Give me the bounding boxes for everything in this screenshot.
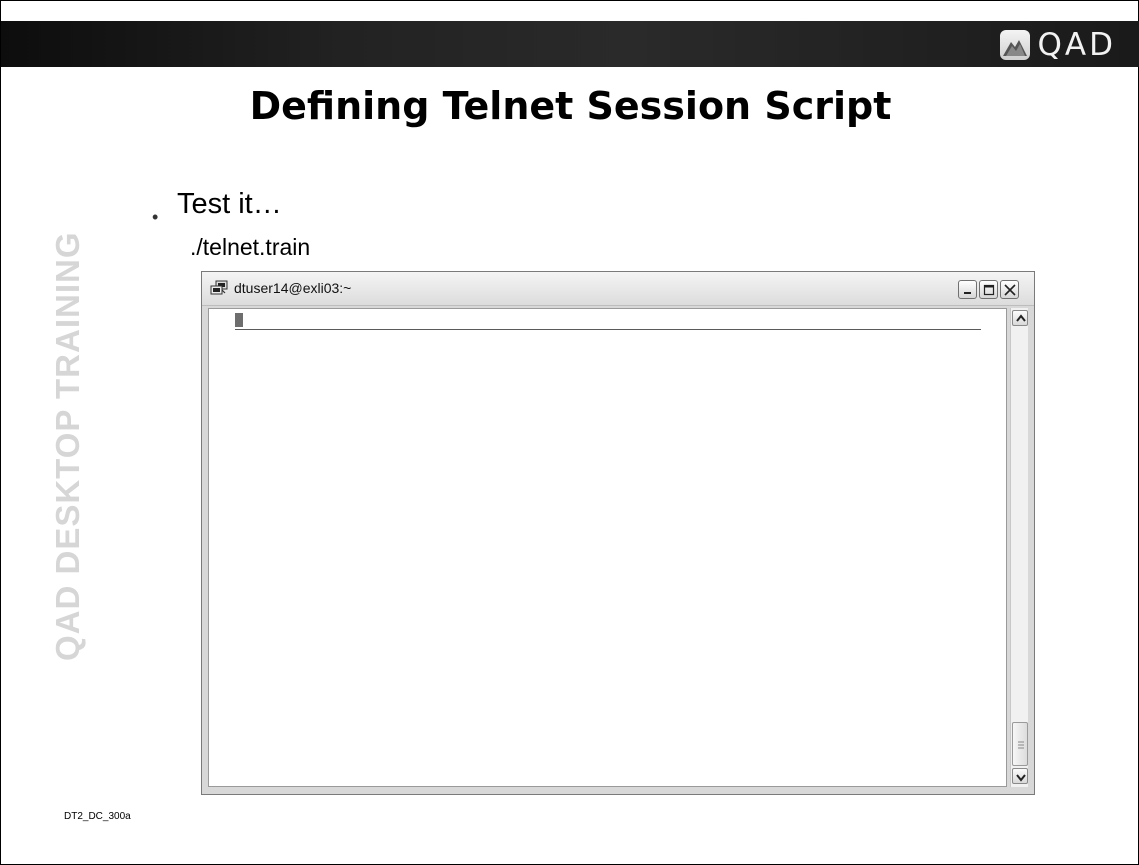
slide-code: DT2_DC_300a [64, 811, 131, 822]
window-titlebar[interactable]: dtuser14@exli03:~ [202, 272, 1034, 306]
scroll-down-icon[interactable] [1012, 768, 1028, 784]
bullet-dot-icon: • [152, 207, 159, 227]
scrollbar-thumb[interactable] [1012, 722, 1028, 766]
header-bar [1, 21, 1139, 67]
side-watermark: QAD DESKTOP TRAINING [49, 231, 86, 662]
maximize-icon[interactable] [979, 280, 998, 299]
minimize-icon[interactable] [958, 280, 977, 299]
terminal-window[interactable]: dtuser14@exli03:~ [201, 271, 1035, 795]
qad-logo-icon [999, 30, 1030, 60]
putty-terminal-icon[interactable] [210, 280, 228, 296]
slide: QAD Defining Telnet Session Script QAD D… [0, 0, 1139, 865]
terminal-screen[interactable] [208, 308, 1007, 787]
slide-title: Defining Telnet Session Script [249, 84, 892, 128]
terminal-underline [235, 329, 981, 330]
window-title: dtuser14@exli03:~ [234, 280, 352, 296]
command-text: ./telnet.train [190, 234, 311, 260]
vertical-scrollbar[interactable] [1010, 308, 1028, 787]
scroll-up-icon[interactable] [1012, 310, 1028, 326]
qad-logo: QAD [999, 27, 1116, 63]
text-cursor [235, 313, 243, 327]
logo-text: QAD [1037, 27, 1116, 63]
close-icon[interactable] [1000, 280, 1019, 299]
bullet-text: Test it… [177, 188, 282, 220]
